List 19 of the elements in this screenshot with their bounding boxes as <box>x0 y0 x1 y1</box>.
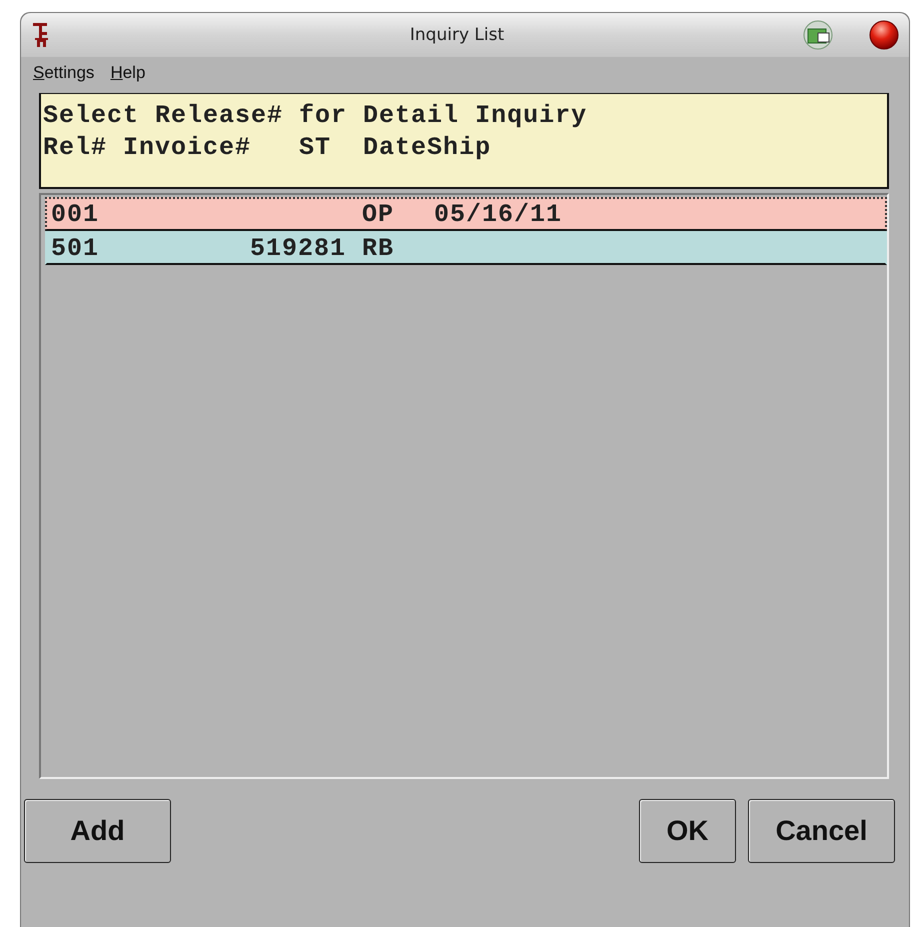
status-cell-text: RB <box>361 234 396 262</box>
date-cell: 05/16/11 <box>434 200 562 228</box>
status-cell-text: OP <box>361 200 396 228</box>
menu-item[interactable]: Settings <box>33 63 94 83</box>
heading-line: Select Release# for Detail Inquiry <box>43 100 588 132</box>
menu-item[interactable]: Help <box>110 63 146 83</box>
add-button[interactable]: Add <box>24 799 171 863</box>
release-cell-text: 001 <box>51 200 100 228</box>
heading-line: Rel# Invoice# ST DateShip <box>43 132 492 164</box>
cancel-button[interactable]: Cancel <box>748 799 895 863</box>
logo-icon <box>31 21 51 49</box>
list-row[interactable]: 001 OP 05/16/11 <box>45 197 887 231</box>
close-icon[interactable] <box>869 20 899 50</box>
ok-button[interactable]: OK <box>639 799 736 863</box>
list-row[interactable]: 501 519281 RB <box>45 231 887 265</box>
window-toggle-icon[interactable] <box>803 20 833 50</box>
release-cell-text: 501 <box>51 234 100 262</box>
window-title: Inquiry List <box>408 25 506 45</box>
invoice-cell: 519281 <box>250 234 346 262</box>
